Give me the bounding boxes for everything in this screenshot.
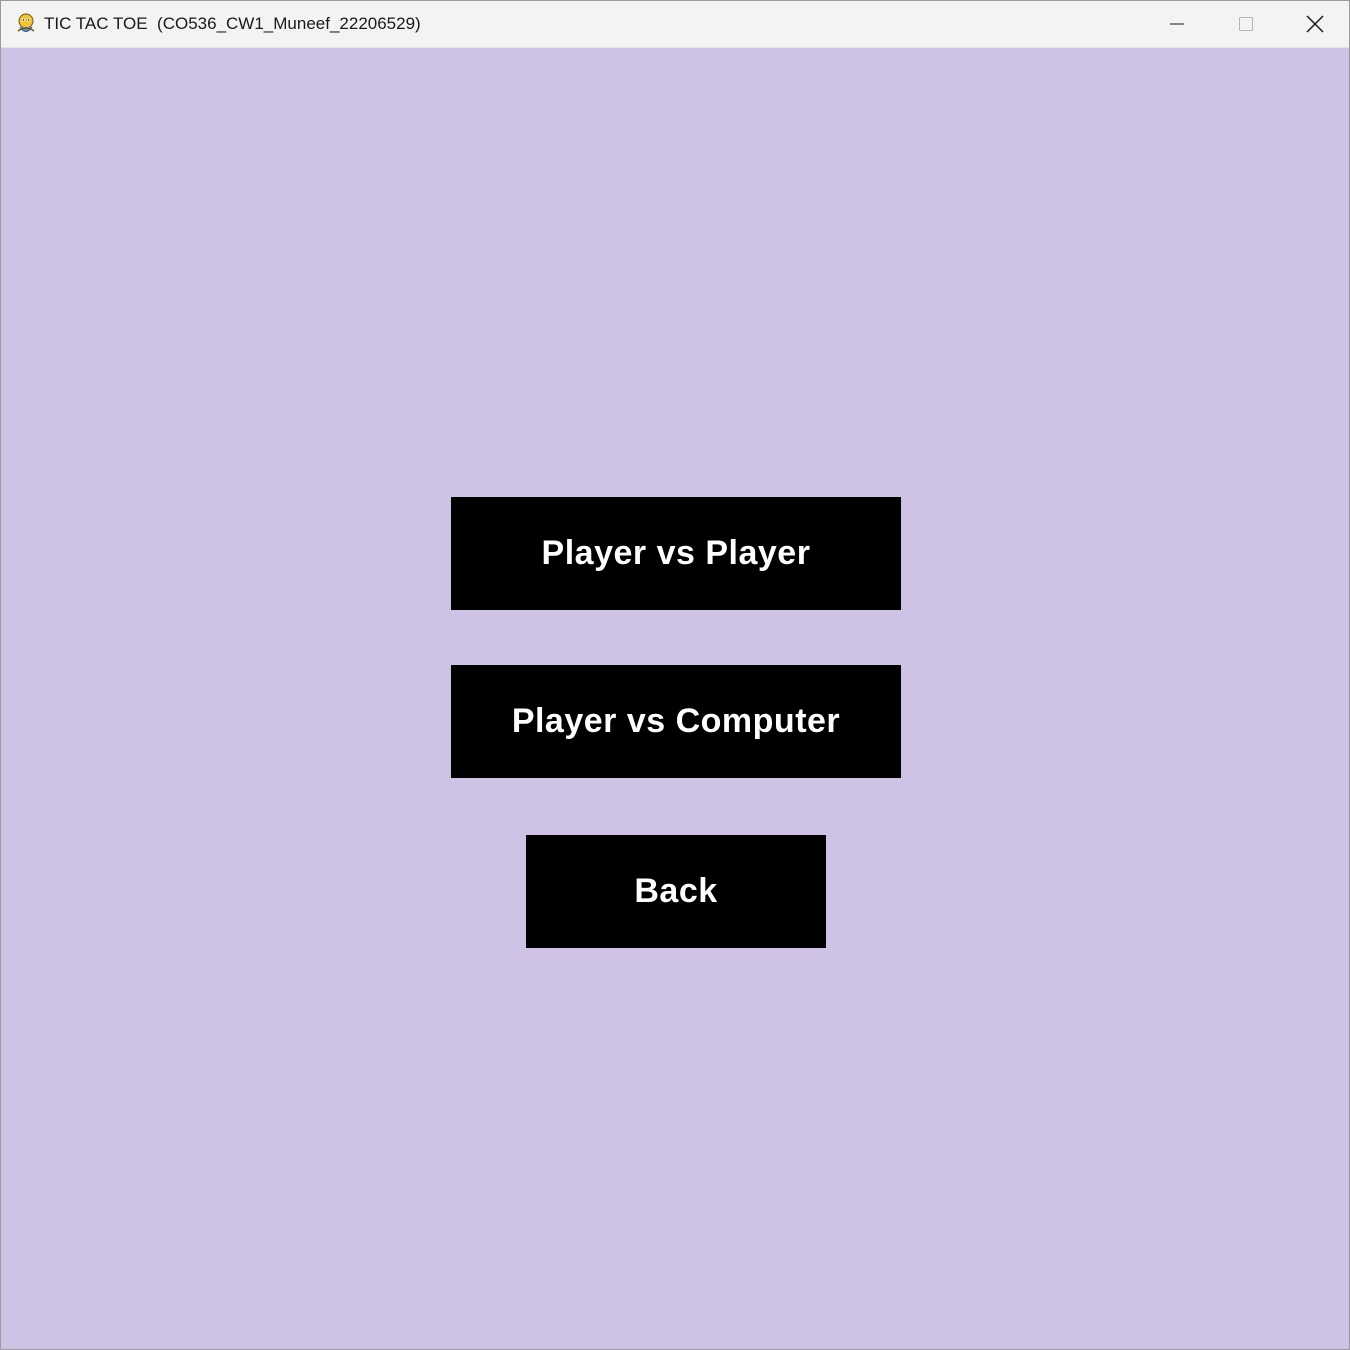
minimize-icon xyxy=(1170,23,1184,25)
player-vs-player-button[interactable]: Player vs Player xyxy=(451,497,901,610)
back-label: Back xyxy=(634,872,718,910)
back-button[interactable]: Back xyxy=(526,835,826,948)
maximize-icon xyxy=(1239,17,1253,31)
game-canvas: Player vs Player Player vs Computer Back xyxy=(1,48,1349,1349)
player-vs-computer-label: Player vs Computer xyxy=(511,702,841,740)
app-window: TIC TAC TOE (CO536_CW1_Muneef_22206529) … xyxy=(0,0,1350,1350)
minimize-button[interactable] xyxy=(1143,1,1211,47)
player-vs-computer-button[interactable]: Player vs Computer xyxy=(451,665,901,778)
title-bar[interactable]: TIC TAC TOE (CO536_CW1_Muneef_22206529) xyxy=(1,1,1349,48)
maximize-button[interactable] xyxy=(1212,1,1280,47)
window-title: TIC TAC TOE (CO536_CW1_Muneef_22206529) xyxy=(44,14,421,33)
close-button[interactable] xyxy=(1281,1,1349,47)
close-icon xyxy=(1306,15,1324,33)
pygame-snake-icon xyxy=(14,12,38,36)
player-vs-player-label: Player vs Player xyxy=(541,534,811,572)
